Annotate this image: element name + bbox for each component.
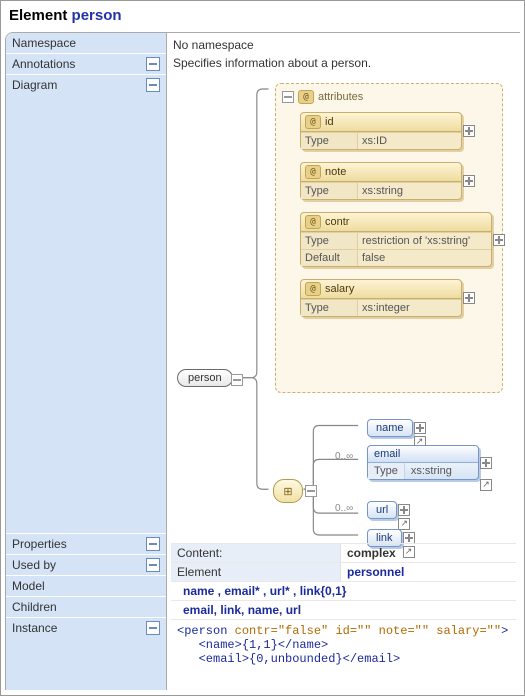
schema-diagram: person @ attributes @id Typexs:ID xyxy=(175,81,516,539)
expand-icon[interactable] xyxy=(398,504,410,516)
at-icon: @ xyxy=(305,282,321,296)
collapse-icon[interactable] xyxy=(282,91,294,103)
expand-icon[interactable] xyxy=(414,422,426,434)
info-panel: Content: complex Element personnel name … xyxy=(171,543,516,670)
multiplicity-label: 0..∞ xyxy=(335,451,353,462)
attr-card-id[interactable]: @id Typexs:ID xyxy=(300,112,462,150)
sequence-compositor[interactable]: ⊞ xyxy=(273,479,303,503)
sidebar-item-instance[interactable]: Instance xyxy=(6,618,166,638)
at-icon: @ xyxy=(305,165,321,179)
collapse-icon[interactable] xyxy=(146,537,160,551)
namespace-value: No namespace xyxy=(173,38,254,52)
attr-card-salary[interactable]: @salary Typexs:integer xyxy=(300,279,462,317)
sidebar-item-annotations[interactable]: Annotations xyxy=(6,54,166,75)
info-row-children: email, link, name, url xyxy=(171,600,516,619)
attributes-group: @ attributes @id Typexs:ID @note Typex xyxy=(275,83,503,393)
info-row-usedby: Element personnel xyxy=(171,562,516,581)
sidebar: Namespace Annotations Diagram Properties… xyxy=(6,33,167,690)
title-label: Element xyxy=(9,7,67,24)
at-icon: @ xyxy=(305,115,321,129)
usedby-link[interactable]: personnel xyxy=(341,563,410,581)
attr-card-note[interactable]: @note Typexs:string xyxy=(300,162,462,200)
sidebar-item-children: Children xyxy=(6,597,166,618)
popout-icon[interactable]: ↗ xyxy=(398,518,410,530)
expand-icon[interactable] xyxy=(463,292,475,304)
sequence-icon: ⊞ xyxy=(283,485,292,498)
expand-icon[interactable] xyxy=(493,234,505,246)
sidebar-item-usedby[interactable]: Used by xyxy=(6,555,166,576)
title-element-name: person xyxy=(72,7,122,24)
page-title: Element person xyxy=(1,1,524,28)
info-row-model: name , email* , url* , link{0,1} xyxy=(171,581,516,600)
expand-icon[interactable] xyxy=(480,457,492,469)
main-panel: No namespace Specifies information about… xyxy=(167,33,520,690)
info-row-properties: Content: complex xyxy=(171,543,516,562)
elem-card-email[interactable]: email Typexs:string ↗ xyxy=(367,445,479,480)
sidebar-item-properties[interactable]: Properties xyxy=(6,534,166,555)
annotation-value: Specifies information about a person. xyxy=(173,56,371,70)
diagram-root-element[interactable]: person xyxy=(177,369,233,387)
collapse-icon[interactable] xyxy=(146,621,160,635)
instance-code: <person contr="false" id="" note="" sala… xyxy=(171,620,516,670)
sidebar-item-model: Model xyxy=(6,576,166,597)
elem-card-name[interactable]: name ↗ xyxy=(367,419,413,437)
collapse-icon[interactable] xyxy=(305,485,317,497)
sidebar-item-namespace: Namespace xyxy=(6,33,166,54)
collapse-icon[interactable] xyxy=(146,78,160,92)
expand-icon[interactable] xyxy=(463,175,475,187)
expand-icon[interactable] xyxy=(463,125,475,137)
multiplicity-label: 0..∞ xyxy=(335,503,353,514)
elem-card-url[interactable]: url ↗ xyxy=(367,501,397,519)
at-icon: @ xyxy=(305,215,321,229)
attr-card-contr[interactable]: @contr Typerestriction of 'xs:string' De… xyxy=(300,212,492,267)
sidebar-item-diagram[interactable]: Diagram xyxy=(6,75,166,534)
collapse-icon[interactable] xyxy=(146,57,160,71)
popout-icon[interactable]: ↗ xyxy=(480,479,492,491)
collapse-icon[interactable] xyxy=(146,558,160,572)
attributes-label: attributes xyxy=(318,91,363,103)
at-icon: @ xyxy=(298,90,314,104)
collapse-icon[interactable] xyxy=(231,374,243,386)
